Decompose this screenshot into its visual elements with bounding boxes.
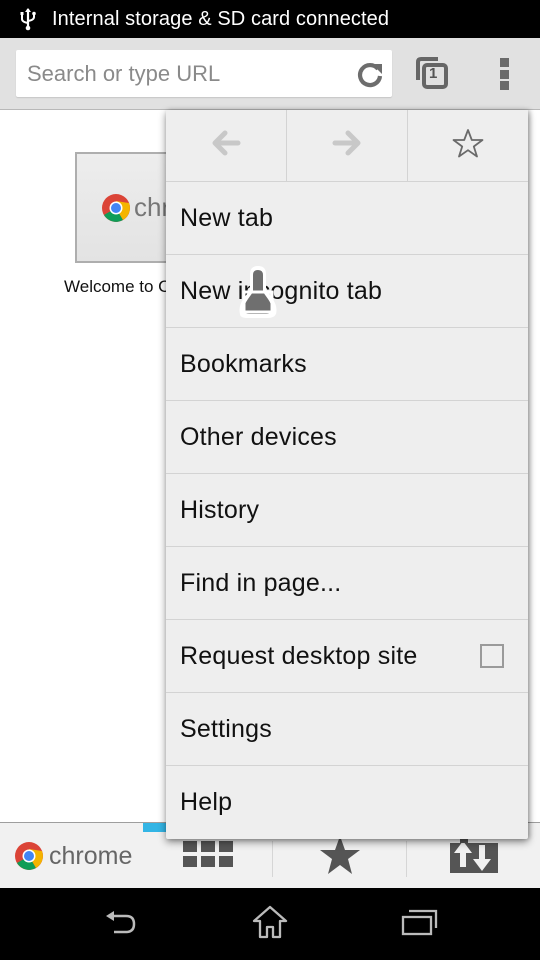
- divider: [406, 841, 407, 877]
- menu-item-history[interactable]: History: [166, 474, 528, 547]
- menu-item-label: History: [180, 495, 260, 524]
- other-devices-button[interactable]: [434, 833, 514, 881]
- menu-item-label: Request desktop site: [180, 641, 418, 670]
- menu-item-help[interactable]: Help: [166, 766, 528, 839]
- overflow-menu: New tab New incognito tab Bookmarks Othe…: [166, 110, 528, 839]
- menu-item-label: Help: [180, 788, 233, 816]
- forward-arrow-icon: [332, 130, 362, 161]
- menu-item-label: Other devices: [180, 422, 337, 451]
- menu-item-new-incognito-tab[interactable]: New incognito tab: [166, 255, 528, 328]
- menu-item-bookmarks[interactable]: Bookmarks: [166, 328, 528, 401]
- menu-item-label: Settings: [180, 714, 272, 743]
- nav-recents-icon: [401, 908, 439, 941]
- nav-back-button[interactable]: [96, 906, 144, 942]
- nav-back-icon: [102, 908, 138, 941]
- back-arrow-icon: [211, 130, 241, 161]
- menu-item-label: New tab: [180, 203, 274, 232]
- notification-text: Internal storage & SD card connected: [52, 7, 390, 30]
- nav-home-button[interactable]: [246, 905, 294, 944]
- menu-nav-row: [166, 110, 528, 182]
- menu-forward-button[interactable]: [287, 110, 408, 181]
- url-input[interactable]: [16, 50, 346, 97]
- chrome-logo-icon: [14, 841, 44, 871]
- most-visited-button[interactable]: [176, 833, 240, 881]
- tab-count: 1: [429, 65, 438, 82]
- request-desktop-site-checkbox[interactable]: [480, 644, 504, 668]
- chrome-logo-icon: [101, 193, 131, 223]
- star-filled-icon: [319, 835, 361, 880]
- nav-home-icon: [252, 905, 288, 944]
- menu-back-button[interactable]: [166, 110, 287, 181]
- tab-switcher-button[interactable]: 1: [414, 56, 450, 92]
- menu-item-new-tab[interactable]: New tab: [166, 182, 528, 255]
- reload-icon[interactable]: [356, 60, 384, 88]
- overflow-menu-icon[interactable]: [492, 54, 516, 94]
- menu-item-settings[interactable]: Settings: [166, 693, 528, 766]
- menu-item-label: New incognito tab: [180, 276, 383, 305]
- menu-item-label: Bookmarks: [180, 349, 307, 378]
- usb-icon: [16, 7, 40, 31]
- status-bar: Internal storage & SD card connected: [0, 0, 540, 38]
- menu-item-other-devices[interactable]: Other devices: [166, 401, 528, 474]
- star-outline-icon: [452, 128, 484, 163]
- menu-item-find-in-page[interactable]: Find in page...: [166, 547, 528, 620]
- system-nav-bar: [0, 888, 540, 960]
- omnibox[interactable]: [16, 50, 392, 97]
- menu-item-label: Find in page...: [180, 568, 342, 597]
- divider: [272, 841, 273, 877]
- browser-toolbar: 1: [0, 38, 540, 110]
- bookmarks-button[interactable]: [300, 833, 380, 881]
- nav-recents-button[interactable]: [396, 906, 444, 942]
- menu-item-request-desktop-site[interactable]: Request desktop site: [166, 620, 528, 693]
- bottom-brand-text: chrome: [49, 841, 133, 870]
- menu-bookmark-button[interactable]: [408, 110, 528, 181]
- chrome-brand: chrome: [14, 841, 132, 871]
- sync-devices-icon: [450, 836, 498, 878]
- grid-icon: [183, 840, 233, 874]
